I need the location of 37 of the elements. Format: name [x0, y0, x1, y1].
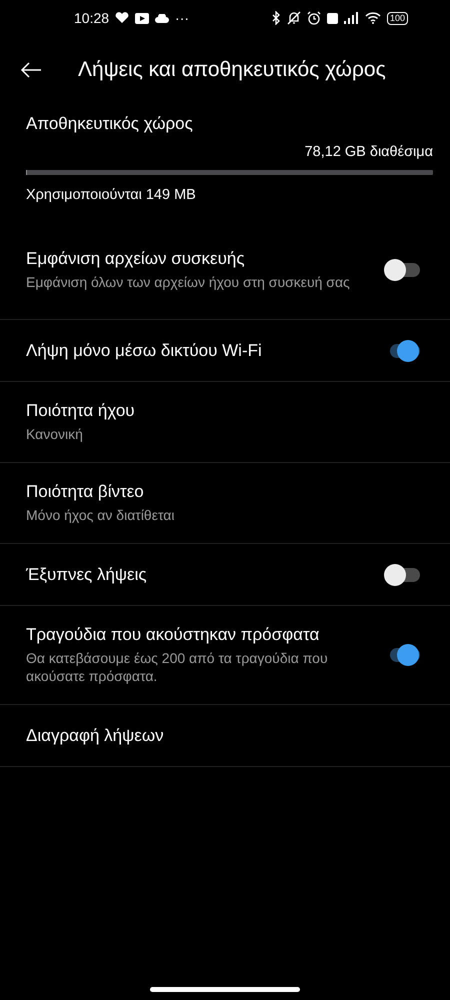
setting-row[interactable]: Ποιότητα ήχου Κανονική	[0, 382, 450, 463]
setting-row[interactable]: Ποιότητα βίντεο Μόνο ήχος αν διατίθεται	[0, 463, 450, 544]
toggle-switch[interactable]	[384, 258, 420, 282]
setting-title: Ποιότητα βίντεο	[26, 482, 145, 502]
setting-row[interactable]: Έξυπνες λήψεις	[0, 544, 450, 606]
alarm-icon	[306, 11, 321, 25]
setting-title: Έξυπνες λήψεις	[26, 564, 148, 584]
setting-subtitle: Εμφάνιση όλων των αρχείων ήχου στη συσκευή σας	[26, 273, 351, 291]
storage-used: Χρησιμοποιούνται 149 MB	[26, 187, 197, 203]
storage-available: 78,12 GB διαθέσιμα	[304, 144, 433, 160]
setting-row[interactable]: Εμφάνιση αρχείων συσκευής Εμφάνιση όλων των αρχείων ήχου στη συσκευή σας	[0, 221, 450, 320]
heart-icon	[115, 12, 130, 24]
page-title: Λήψεις και αποθηκευτικός χώρος	[78, 58, 386, 82]
more-notifications: ···	[175, 10, 190, 26]
setting-row[interactable]: Λήψη μόνο μέσω δικτύου Wi-Fi	[0, 320, 450, 382]
cloud-icon	[155, 14, 170, 22]
back-button[interactable]	[20, 61, 42, 79]
setting-title: Διαγραφή λήψεων	[26, 726, 165, 746]
play-icon	[135, 12, 150, 24]
setting-title: Εμφάνιση αρχείων συσκευής	[26, 249, 246, 269]
clock: 10:28	[74, 10, 110, 26]
storage-title: Αποθηκευτικός χώρος	[26, 114, 194, 134]
setting-subtitle: Κανονική	[26, 425, 84, 443]
setting-title: Ποιότητα ήχου	[26, 401, 136, 421]
setting-row[interactable]: Τραγούδια που ακούστηκαν πρόσφατα Θα κατεβάσουμε έως 200 από τα τραγούδια που ακούσατε πρόσφατα.	[0, 606, 450, 705]
toggle-switch[interactable]	[384, 562, 420, 586]
muted-bell-icon	[286, 11, 301, 25]
battery-level: 100	[386, 12, 408, 24]
wifi-icon	[364, 12, 381, 24]
setting-subtitle: Μόνο ήχος αν διατίθεται	[26, 506, 176, 524]
back-arrow-icon	[20, 61, 42, 79]
signal-icon	[344, 12, 359, 24]
setting-row[interactable]: Διαγραφή λήψεων	[0, 705, 450, 767]
bluetooth-icon	[270, 11, 281, 25]
setting-title: Τραγούδια που ακούστηκαν πρόσφατα	[26, 625, 320, 645]
setting-subtitle: Θα κατεβάσουμε έως 200 από τα τραγούδια που ακούσατε πρόσφατα.	[26, 649, 329, 685]
setting-title: Λήψη μόνο μέσω δικτύου Wi-Fi	[26, 340, 263, 360]
